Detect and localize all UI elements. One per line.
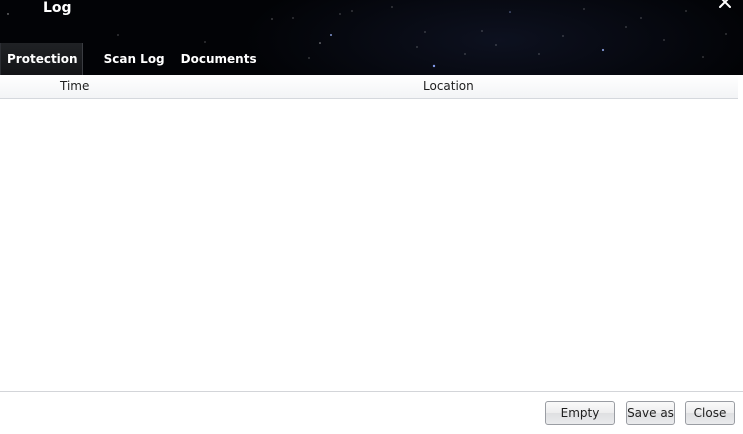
tab-documents[interactable]: Documents (173, 43, 265, 75)
close-button[interactable]: Close (685, 401, 735, 425)
column-header-location[interactable]: Location (423, 79, 474, 93)
log-table-body[interactable] (0, 99, 738, 391)
tab-scan-log[interactable]: Scan Log (96, 43, 173, 75)
header-bar: Log Protection Scan Log Documents (0, 0, 743, 75)
column-header-time[interactable]: Time (60, 79, 89, 93)
close-icon[interactable] (717, 0, 733, 10)
log-window: Log Protection Scan Log Documents Time L… (0, 0, 743, 434)
empty-button[interactable]: Empty (545, 401, 615, 425)
table-header: Time Location (0, 75, 738, 99)
tab-bar: Protection Scan Log Documents (0, 43, 265, 75)
tab-protection[interactable]: Protection (0, 43, 83, 75)
footer-bar: Empty Save as Close (0, 392, 743, 434)
save-as-button[interactable]: Save as (626, 401, 675, 425)
window-title: Log (43, 0, 72, 16)
